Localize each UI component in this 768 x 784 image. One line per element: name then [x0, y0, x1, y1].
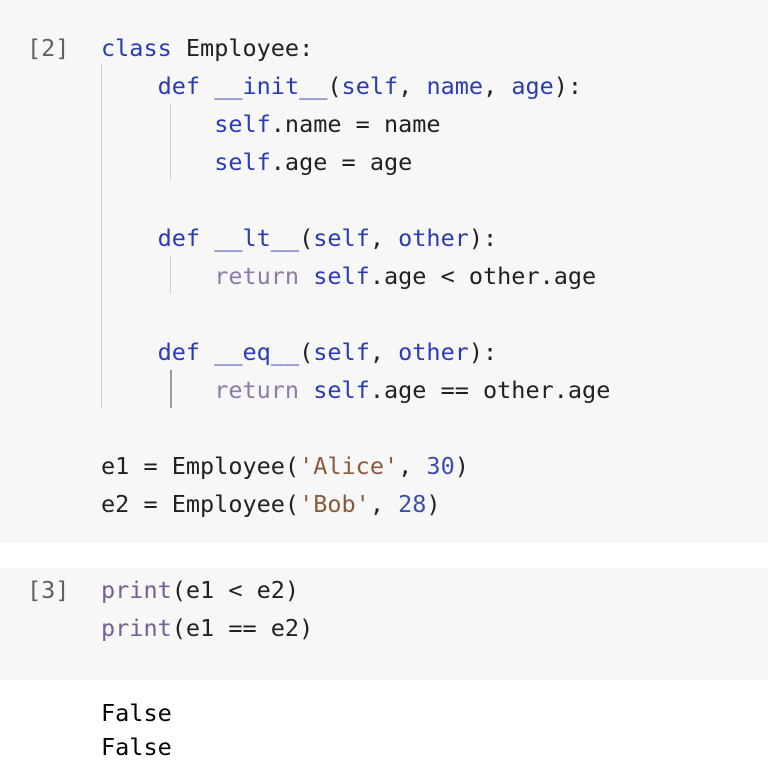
code-token: (	[299, 338, 314, 366]
code-line: def __lt__(self, other):	[101, 224, 498, 252]
code-token: self	[313, 376, 370, 404]
code-line: def __eq__(self, other):	[101, 338, 498, 366]
code-token: (e1 == e2)	[171, 614, 314, 642]
code-token: print	[101, 576, 172, 604]
code-token: e1 = Employee(	[101, 452, 300, 480]
code-token: self	[313, 262, 370, 290]
code-token: ,	[483, 72, 512, 100]
cell-prompt: [3]	[27, 576, 70, 604]
code-token: age	[511, 72, 554, 100]
code-token: ,	[398, 72, 427, 100]
code-token: self	[313, 224, 370, 252]
code-token: def	[157, 338, 201, 366]
code-token: def	[157, 72, 201, 100]
code-token: other	[398, 224, 469, 252]
code-cell-2[interactable]: [2] class Employee: def __init__(self, n…	[0, 0, 768, 543]
code-token: .name = name	[270, 110, 441, 138]
cell-prompt: [2]	[27, 34, 70, 62]
code-token: def	[157, 224, 201, 252]
code-token: .age = age	[270, 148, 413, 176]
code-token: .age < other.age	[369, 262, 597, 290]
code-token: __lt__	[214, 224, 300, 252]
code-token: .age == other.age	[369, 376, 611, 404]
code-token: self	[214, 110, 271, 138]
code-token: )	[426, 490, 441, 518]
code-line: e2 = Employee('Bob', 28)	[101, 490, 441, 518]
code-token: name	[426, 72, 484, 100]
code-token: ,	[369, 224, 399, 252]
code-token: )	[454, 452, 469, 480]
code-token: e2 = Employee(	[101, 490, 300, 518]
code-line: print(e1 < e2)	[101, 576, 299, 604]
code-token: __init__	[214, 72, 328, 100]
code-line: print(e1 == e2)	[101, 614, 313, 642]
code-line: self.age = age	[101, 148, 412, 176]
code-token: 28	[398, 490, 427, 518]
code-token: (e1 < e2)	[171, 576, 300, 604]
code-token: ,	[369, 490, 399, 518]
code-line: self.name = name	[101, 110, 441, 138]
code-line: class Employee:	[101, 34, 313, 62]
code-line: return self.age == other.age	[101, 376, 610, 404]
output-line: False	[101, 733, 172, 761]
code-token: ):	[553, 72, 583, 100]
code-token: self	[341, 72, 399, 100]
code-token: other	[398, 338, 469, 366]
code-cell-3[interactable]: [3] print(e1 < e2) print(e1 == e2)	[0, 568, 768, 680]
code-token: 30	[426, 452, 455, 480]
code-token: self	[214, 148, 271, 176]
code-token: ):	[468, 338, 498, 366]
code-token: (	[327, 72, 342, 100]
code-token: 'Bob'	[299, 490, 370, 518]
code-token: Employee:	[171, 34, 314, 62]
code-token: ,	[369, 338, 399, 366]
code-token: return	[214, 262, 300, 290]
code-token: ):	[468, 224, 498, 252]
code-line: def __init__(self, name, age):	[101, 72, 582, 100]
code-token: (	[299, 224, 314, 252]
code-token: return	[214, 376, 300, 404]
code-token: __eq__	[214, 338, 300, 366]
code-token: 'Alice'	[299, 452, 399, 480]
code-line: e1 = Employee('Alice', 30)	[101, 452, 469, 480]
code-token: ,	[398, 452, 427, 480]
code-line: return self.age < other.age	[101, 262, 596, 290]
code-token: self	[313, 338, 370, 366]
output-line: False	[101, 699, 172, 727]
code-token: print	[101, 614, 172, 642]
code-token: class	[101, 34, 172, 62]
